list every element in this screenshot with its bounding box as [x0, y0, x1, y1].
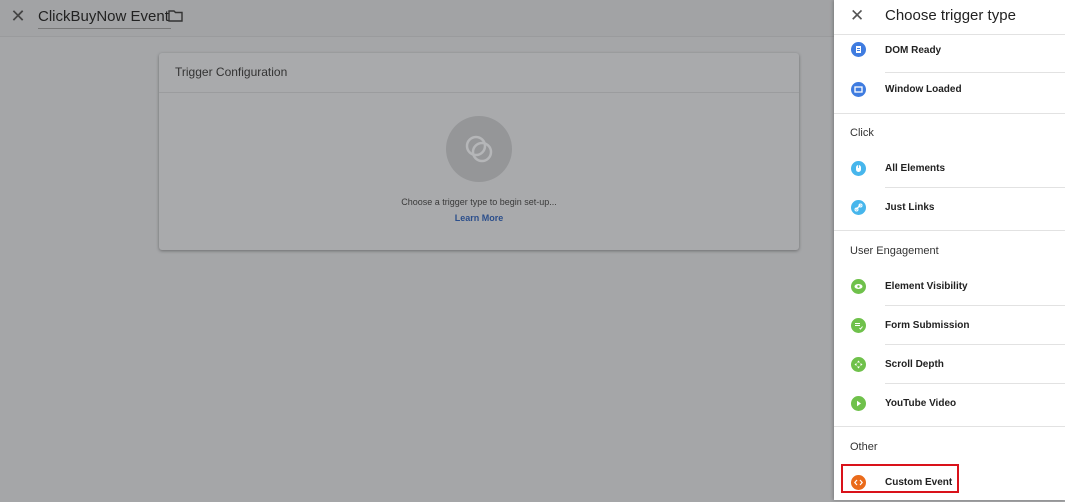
window-icon: [851, 82, 866, 97]
trigger-configuration-card: Trigger Configuration Choose a trigger t…: [159, 53, 799, 250]
panel-title: Choose trigger type: [885, 7, 1016, 24]
learn-more-link[interactable]: Learn More: [159, 213, 799, 223]
editor-top-bar: ✕ ClickBuyNow Event: [0, 0, 834, 37]
play-icon: [851, 396, 866, 411]
trigger-item-just-links[interactable]: Just Links: [834, 188, 1065, 227]
form-icon: [851, 318, 866, 333]
trigger-overlap-icon: [465, 135, 493, 163]
trigger-item-label: Form Submission: [885, 320, 970, 331]
scroll-icon: [851, 357, 866, 372]
trigger-item-label: Scroll Depth: [885, 359, 944, 370]
trigger-item-label: All Elements: [885, 163, 946, 174]
close-icon[interactable]: ✕: [8, 6, 28, 26]
trigger-item-label: DOM Ready: [885, 45, 942, 56]
section-divider: [834, 230, 1065, 231]
card-header: Trigger Configuration: [159, 53, 799, 93]
trigger-item-label: Just Links: [885, 202, 935, 213]
trigger-item-label: Window Loaded: [885, 84, 962, 95]
mouse-icon: [851, 161, 866, 176]
close-panel-icon[interactable]: ✕: [850, 6, 864, 26]
trigger-item-scroll-depth[interactable]: Scroll Depth: [834, 345, 1065, 384]
trigger-item-dom-ready[interactable]: DOM Ready: [834, 34, 1065, 73]
document-icon: [851, 42, 866, 57]
link-icon: [851, 200, 866, 215]
card-message: Choose a trigger type to begin set-up...: [401, 197, 557, 207]
section-divider: [834, 113, 1065, 114]
panel-header: ✕ Choose trigger type: [834, 0, 1065, 35]
section-title-click: Click: [850, 127, 874, 139]
trigger-type-panel: ✕ Choose trigger type DOM Ready Window L…: [834, 0, 1065, 500]
trigger-item-youtube-video[interactable]: YouTube Video: [834, 384, 1065, 423]
section-title-user-engagement: User Engagement: [850, 245, 939, 257]
trigger-item-element-visibility[interactable]: Element Visibility: [834, 267, 1065, 306]
section-title-other: Other: [850, 441, 878, 453]
trigger-item-form-submission[interactable]: Form Submission: [834, 306, 1065, 345]
trigger-item-label: Element Visibility: [885, 281, 968, 292]
tag-name-field[interactable]: ClickBuyNow Event: [38, 6, 171, 29]
custom-event-highlight-box: [841, 464, 959, 493]
folder-icon[interactable]: [168, 10, 183, 22]
eye-icon: [851, 279, 866, 294]
card-title: Trigger Configuration: [175, 65, 288, 79]
section-divider: [834, 426, 1065, 427]
trigger-placeholder-icon[interactable]: [446, 116, 512, 182]
trigger-item-window-loaded[interactable]: Window Loaded: [834, 73, 1065, 112]
trigger-item-all-elements[interactable]: All Elements: [834, 149, 1065, 188]
trigger-item-label: YouTube Video: [885, 398, 957, 409]
